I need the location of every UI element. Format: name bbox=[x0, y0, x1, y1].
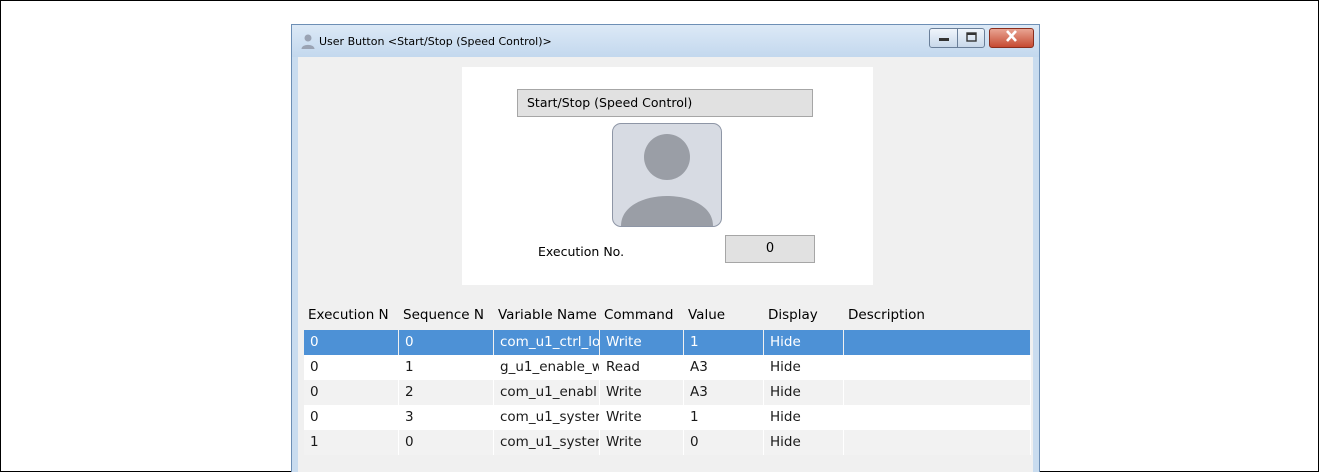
column-header-variable-name[interactable]: Variable Name bbox=[494, 301, 600, 330]
minimize-icon bbox=[938, 29, 950, 47]
table-header: Execution N Sequence N Variable Name Com… bbox=[304, 301, 1031, 330]
column-header-value[interactable]: Value bbox=[684, 301, 764, 330]
cell-execution-no[interactable]: 1 bbox=[304, 430, 399, 455]
cell-display[interactable]: Hide bbox=[764, 330, 844, 355]
cell-value[interactable]: 1 bbox=[684, 330, 764, 355]
cell-sequence-no[interactable]: 3 bbox=[399, 405, 494, 430]
column-header-execution-no[interactable]: Execution N bbox=[304, 301, 399, 330]
column-header-command[interactable]: Command bbox=[600, 301, 684, 330]
maximize-icon bbox=[965, 29, 977, 47]
close-button[interactable] bbox=[989, 28, 1034, 48]
cell-command[interactable]: Write bbox=[600, 405, 684, 430]
table-row[interactable]: 0 2 com_u1_enabl Write A3 Hide bbox=[304, 380, 1031, 405]
cell-value[interactable]: A3 bbox=[684, 355, 764, 380]
cell-sequence-no[interactable]: 2 bbox=[399, 380, 494, 405]
cell-execution-no[interactable]: 0 bbox=[304, 380, 399, 405]
column-header-sequence-no[interactable]: Sequence N bbox=[399, 301, 494, 330]
cell-execution-no[interactable]: 0 bbox=[304, 330, 399, 355]
table-row[interactable]: 0 3 com_u1_syster Write 1 Hide bbox=[304, 405, 1031, 430]
column-header-display[interactable]: Display bbox=[764, 301, 844, 330]
user-icon bbox=[300, 33, 316, 49]
cell-variable-name[interactable]: com_u1_syster bbox=[494, 430, 600, 455]
cell-display[interactable]: Hide bbox=[764, 355, 844, 380]
cell-description[interactable] bbox=[844, 405, 1031, 430]
cell-command[interactable]: Write bbox=[600, 430, 684, 455]
user-button-window: User Button <Start/Stop (Speed Control)>… bbox=[291, 24, 1040, 472]
cell-description[interactable] bbox=[844, 430, 1031, 455]
cell-value[interactable]: 1 bbox=[684, 405, 764, 430]
cell-command[interactable]: Read bbox=[600, 355, 684, 380]
minimize-button[interactable] bbox=[929, 28, 958, 48]
cell-display[interactable]: Hide bbox=[764, 430, 844, 455]
cell-variable-name[interactable]: g_u1_enable_w bbox=[494, 355, 600, 380]
cell-sequence-no[interactable]: 1 bbox=[399, 355, 494, 380]
cell-command[interactable]: Write bbox=[600, 330, 684, 355]
cell-display[interactable]: Hide bbox=[764, 405, 844, 430]
window-title: User Button <Start/Stop (Speed Control)> bbox=[319, 35, 552, 48]
title-bar[interactable]: User Button <Start/Stop (Speed Control)> bbox=[292, 25, 1039, 57]
cell-display[interactable]: Hide bbox=[764, 380, 844, 405]
cell-variable-name[interactable]: com_u1_syster bbox=[494, 405, 600, 430]
table-row[interactable]: 1 0 com_u1_syster Write 0 Hide bbox=[304, 430, 1031, 455]
button-label-field[interactable]: Start/Stop (Speed Control) bbox=[517, 89, 813, 117]
maximize-button[interactable] bbox=[957, 28, 985, 48]
person-avatar-icon bbox=[613, 134, 721, 226]
table-row[interactable]: 0 0 com_u1_ctrl_lo Write 1 Hide bbox=[304, 330, 1031, 355]
cell-description[interactable] bbox=[844, 355, 1031, 380]
cell-value[interactable]: 0 bbox=[684, 430, 764, 455]
cell-execution-no[interactable]: 0 bbox=[304, 355, 399, 380]
column-header-description[interactable]: Description bbox=[844, 301, 1031, 330]
close-icon bbox=[1005, 29, 1018, 47]
cell-sequence-no[interactable]: 0 bbox=[399, 330, 494, 355]
cell-description[interactable] bbox=[844, 380, 1031, 405]
execution-no-value[interactable]: 0 bbox=[725, 235, 815, 263]
cell-variable-name[interactable]: com_u1_enabl bbox=[494, 380, 600, 405]
cell-sequence-no[interactable]: 0 bbox=[399, 430, 494, 455]
table-row[interactable]: 0 1 g_u1_enable_w Read A3 Hide bbox=[304, 355, 1031, 380]
cell-execution-no[interactable]: 0 bbox=[304, 405, 399, 430]
user-button-image[interactable] bbox=[612, 123, 722, 227]
sequence-table: Execution N Sequence N Variable Name Com… bbox=[304, 301, 1031, 455]
cell-command[interactable]: Write bbox=[600, 380, 684, 405]
cell-variable-name[interactable]: com_u1_ctrl_lo bbox=[494, 330, 600, 355]
window-client-area: Start/Stop (Speed Control) Execution No.… bbox=[298, 57, 1033, 472]
cell-description[interactable] bbox=[844, 330, 1031, 355]
cell-value[interactable]: A3 bbox=[684, 380, 764, 405]
execution-no-label: Execution No. bbox=[538, 244, 625, 259]
button-preview-panel: Start/Stop (Speed Control) Execution No.… bbox=[462, 67, 873, 285]
